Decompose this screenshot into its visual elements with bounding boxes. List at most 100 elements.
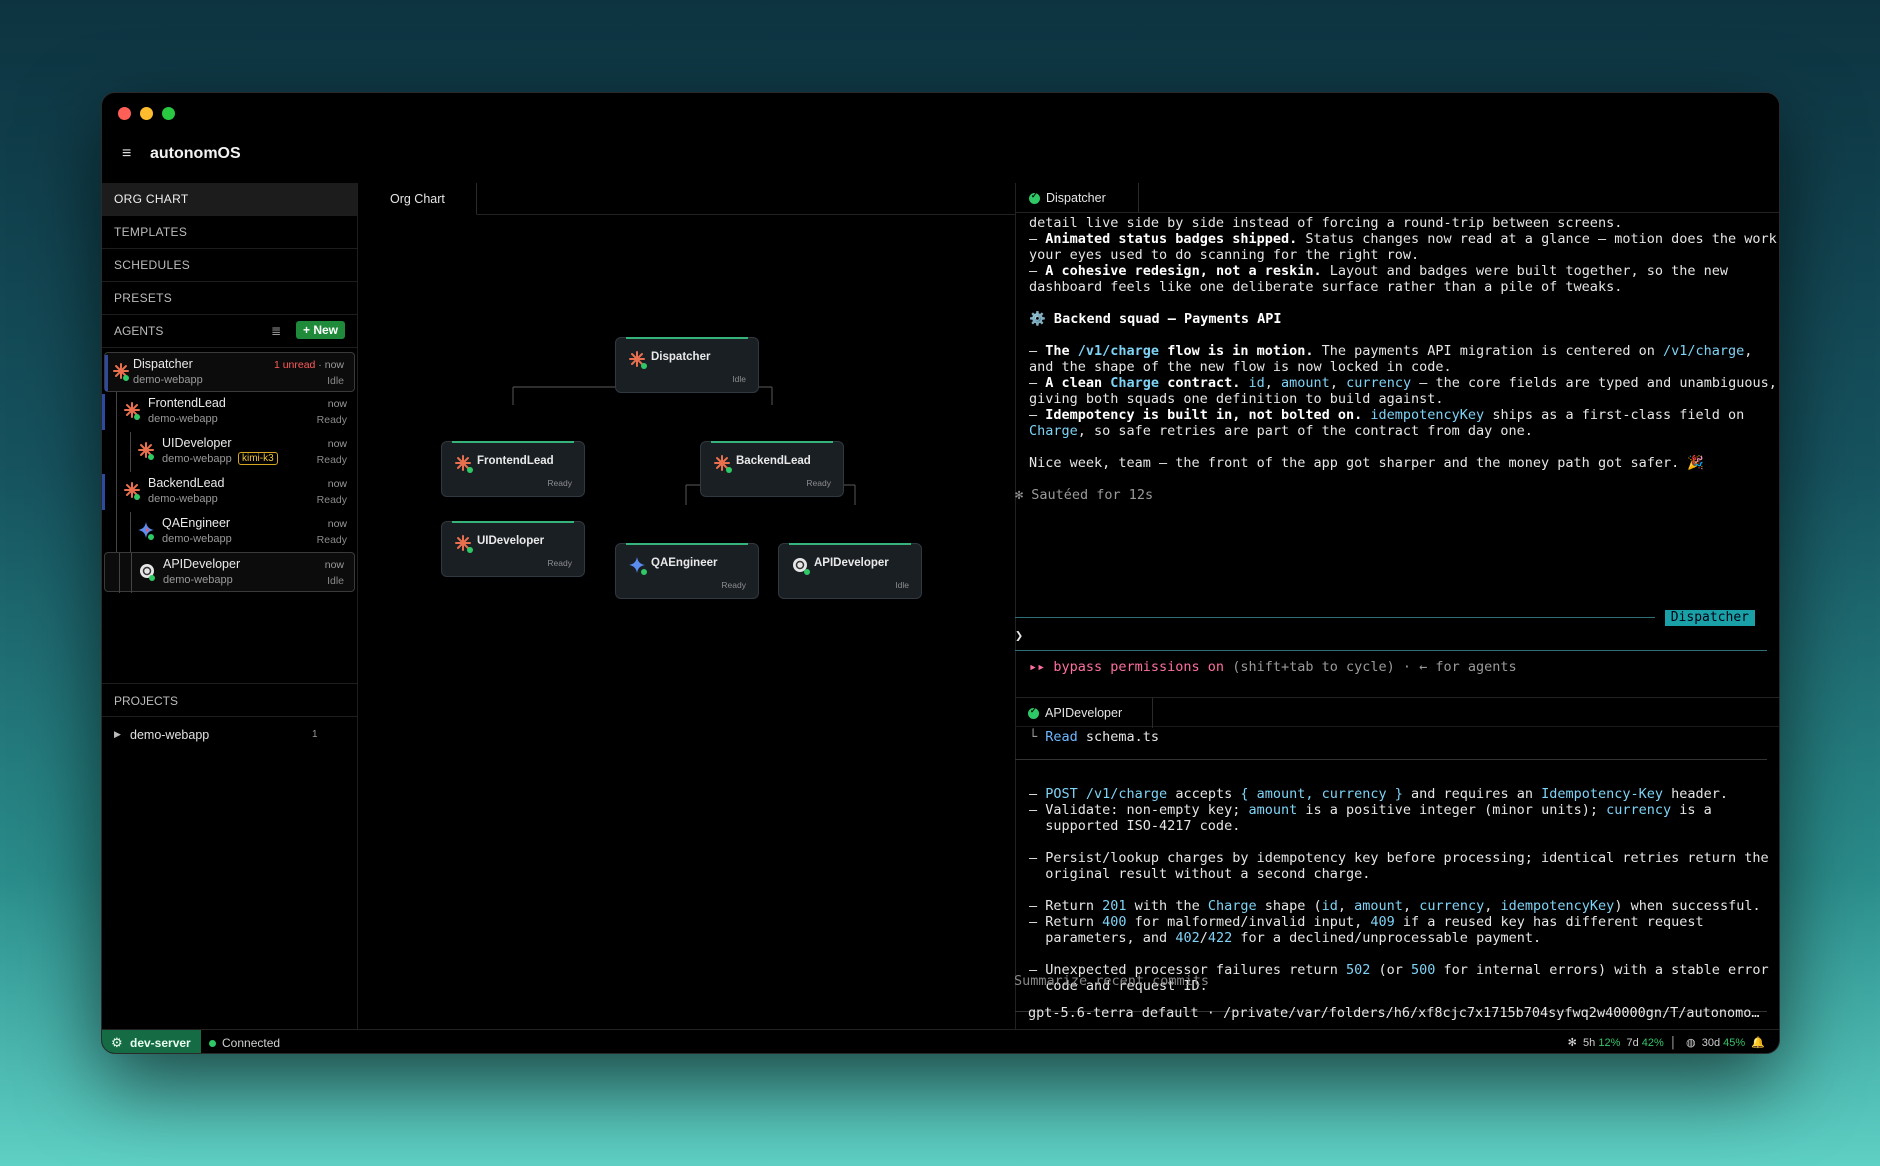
output-line: – Return 400 for malformed/invalid input… <box>1029 914 1704 930</box>
agents-header: AGENTS ≣ + New <box>102 315 357 348</box>
code-text: amount <box>1281 375 1330 391</box>
nav-org-chart[interactable]: ORG CHART <box>102 183 357 216</box>
code-text: 400 <box>1102 914 1127 930</box>
agent-badge: Dispatcher <box>1664 610 1755 626</box>
bullet: – <box>1029 231 1046 247</box>
org-node-backendlead[interactable]: BackendLead Ready <box>700 441 844 497</box>
project-item-demo-webapp[interactable]: ▶ demo-webapp 1 <box>102 723 357 749</box>
prompt-input[interactable]: ❯ <box>1015 628 1023 644</box>
node-name: APIDeveloper <box>814 557 889 569</box>
node-accent <box>626 543 748 545</box>
close-window-button[interactable] <box>118 107 131 120</box>
tab-label: Dispatcher <box>1046 191 1106 205</box>
tab-apideveloper[interactable]: APIDeveloper <box>1015 698 1153 728</box>
text: header. <box>1663 786 1729 802</box>
server-button[interactable]: ⚙ dev-server <box>102 1030 201 1053</box>
text: – Return <box>1029 914 1103 930</box>
tree-line <box>131 553 132 593</box>
text: accepts <box>1167 786 1241 802</box>
agent-project: demo-webapp <box>148 413 218 425</box>
org-node-uideveloper[interactable]: UIDeveloper Ready <box>441 521 585 577</box>
output-line: – Animated status badges shipped. Status… <box>1029 231 1777 247</box>
maximize-window-button[interactable] <box>162 107 175 120</box>
code-text: /v1/charge <box>1663 343 1745 359</box>
agent-item-apideveloper[interactable]: APIDeveloper demo-webapp now Idle <box>104 552 355 593</box>
output-line: – A cohesive redesign, not a reskin. Lay… <box>1029 263 1728 279</box>
bullet: – <box>1029 343 1046 359</box>
bold-text: Idempotency is built in, not bolted on. <box>1045 407 1363 423</box>
bell-icon[interactable]: 🔔 <box>1751 1037 1765 1049</box>
usage-percent: 45% <box>1723 1037 1746 1049</box>
chat-input[interactable]: Summarize recent commits <box>1014 973 1209 989</box>
bullet: – <box>1029 786 1046 802</box>
online-dot <box>467 547 473 553</box>
agent-when: now <box>327 518 347 530</box>
org-node-dispatcher[interactable]: Dispatcher Idle <box>615 337 759 393</box>
org-node-frontendlead[interactable]: FrontendLead Ready <box>441 441 585 497</box>
agent-item-dispatcher[interactable]: Dispatcher demo-webapp 1 unread · now Id… <box>104 352 355 392</box>
output-line: original result without a second charge. <box>1029 866 1371 882</box>
output-line: Nice week, team — the front of the app g… <box>1029 455 1705 471</box>
minimize-window-button[interactable] <box>140 107 153 120</box>
agent-name: Dispatcher <box>133 357 193 371</box>
text: , <box>1337 898 1355 914</box>
agent-item-frontendlead[interactable]: FrontendLead demo-webapp now Ready <box>102 392 357 432</box>
agent-item-uideveloper[interactable]: UIDeveloper demo-webapp kimi-k3 now Read… <box>102 432 357 472</box>
output-line: and the shape of the new flow is now loc… <box>1029 359 1452 375</box>
node-name: UIDeveloper <box>477 535 545 547</box>
bullet: – <box>1029 263 1046 279</box>
bold-text: contract. <box>1159 375 1241 391</box>
text: – Return <box>1029 898 1103 914</box>
online-dot <box>149 575 155 581</box>
node-name: QAEngineer <box>651 557 718 569</box>
chevron-right-icon[interactable]: ▶ <box>114 729 121 740</box>
agent-item-backendlead[interactable]: BackendLead demo-webapp now Ready <box>102 472 357 512</box>
output-line: – Persist/lookup charges by idempotency … <box>1029 850 1769 866</box>
agent-project: demo-webapp <box>148 493 218 505</box>
new-agent-button[interactable]: + New <box>295 321 345 339</box>
code-text: 402 <box>1175 930 1200 946</box>
node-accent <box>789 543 911 545</box>
text: , <box>1744 343 1753 359</box>
connection-status: Connected <box>209 1036 280 1050</box>
online-dot <box>641 569 647 575</box>
text: with the <box>1126 898 1208 914</box>
bold-text: flow is in motion. <box>1159 343 1314 359</box>
org-node-apideveloper[interactable]: APIDeveloper Idle <box>778 543 922 599</box>
text: , so safe retries are part of the contra… <box>1077 423 1533 439</box>
agent-state: Ready <box>316 414 347 426</box>
filter-icon[interactable]: ≣ <box>271 324 281 338</box>
agent-state: Ready <box>316 454 347 466</box>
tab-org-chart[interactable]: Org Chart <box>359 183 477 215</box>
code-text: idempotencyKey <box>1500 898 1615 914</box>
output-line: parameters, and 402/422 for a declined/u… <box>1029 930 1541 946</box>
output-line: supported ISO-4217 code. <box>1029 818 1241 834</box>
org-node-qaengineer[interactable]: QAEngineer Ready <box>615 543 759 599</box>
online-dot <box>641 363 647 369</box>
output-line: Charge, so safe retries are part of the … <box>1029 423 1533 439</box>
bold-text: A clean <box>1045 375 1111 391</box>
code-text: /v1/charge <box>1077 343 1160 359</box>
text: is a positive integer (minor units); <box>1297 802 1607 818</box>
tab-dispatcher[interactable]: Dispatcher <box>1016 183 1139 213</box>
divider <box>1015 617 1655 618</box>
node-state: Ready <box>721 580 746 590</box>
agent-item-qaengineer[interactable]: QAEngineer demo-webapp now Ready <box>102 512 357 552</box>
agent-project: demo-webapp <box>162 453 232 465</box>
text: ) when successful. <box>1614 898 1761 914</box>
agent-list: Dispatcher demo-webapp 1 unread · now Id… <box>102 348 357 593</box>
text: , <box>1484 898 1501 914</box>
tree-glyph: └ <box>1029 729 1046 745</box>
usage-window: 7d <box>1626 1037 1639 1049</box>
title-bar <box>102 93 1779 135</box>
agent-when: now <box>327 478 347 490</box>
chat-input-row: › Summarize recent commits <box>1014 973 1754 989</box>
nav-templates[interactable]: TEMPLATES <box>102 216 357 249</box>
bypass-label: ▸▸ bypass permissions on <box>1029 659 1225 675</box>
text: – Validate: non-empty key; <box>1029 802 1249 818</box>
menu-icon[interactable]: ≡ <box>122 145 131 163</box>
usage-percent: 42% <box>1641 1037 1664 1049</box>
text: / <box>1199 930 1208 946</box>
nav-presets[interactable]: PRESETS <box>102 282 357 315</box>
nav-schedules[interactable]: SCHEDULES <box>102 249 357 282</box>
